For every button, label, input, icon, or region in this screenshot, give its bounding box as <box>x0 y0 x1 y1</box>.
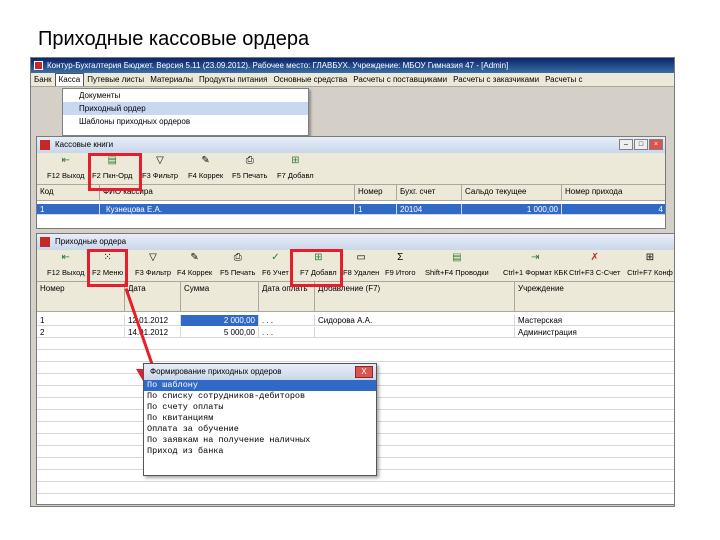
kassa-dropdown: Документы Приходный ордер Шаблоны приход… <box>62 88 309 136</box>
posting-icon: ▤ <box>452 252 462 263</box>
orders-toolbar: ⇤ F12 Выход ⁙ F2 Меню ▽ F3 Фильтр ✎ F4 Корре… <box>37 250 674 282</box>
popup-item-cash-requests[interactable]: По заявкам на получение наличных <box>144 435 376 446</box>
window-icon <box>40 140 50 150</box>
ord-config-button[interactable]: ⊞ Ctrl+F7 Конф <box>625 252 674 280</box>
add-tooltip: Добавление (F7) <box>315 282 515 311</box>
popup-item-by-invoice[interactable]: По счету оплаты <box>144 402 376 413</box>
ord-account-button[interactable]: ✓ F6 Учет <box>262 252 289 280</box>
table-row <box>37 351 674 362</box>
menu-customers[interactable]: Расчеты с заказчиками <box>450 73 542 86</box>
correct-icon: ✎ <box>190 252 199 263</box>
menu-suppliers[interactable]: Расчеты с поставщиками <box>350 73 450 86</box>
menu-waybills[interactable]: Путевые листы <box>84 73 147 86</box>
check-icon: ✓ <box>271 252 280 263</box>
sum-icon: Σ <box>397 252 404 263</box>
highlight-cash-order-button <box>88 153 142 191</box>
filter-icon: ▽ <box>149 252 157 263</box>
highlight-menu-button <box>87 249 128 287</box>
cb-correct-button[interactable]: ✎ F4 Коррек <box>188 155 223 183</box>
cb-exit-button[interactable]: ⇤ F12 Выход <box>47 155 84 183</box>
col-institution[interactable]: Учреждение <box>515 282 674 311</box>
menubar: Банк Касса Путевые листы Материалы Продукты … <box>31 73 674 87</box>
cb-add-button[interactable]: ⊞ F7 Добавл <box>277 155 314 183</box>
account-icon: ✗ <box>590 252 599 263</box>
popup-item-by-receipts[interactable]: По квитанциям <box>144 413 376 424</box>
minimize-icon[interactable]: – <box>619 139 633 150</box>
close-icon[interactable]: X <box>355 366 373 378</box>
ord-postings-button[interactable]: ▤ Shift+F4 Проводки <box>425 252 489 280</box>
col-balance[interactable]: Сальдо текущее <box>462 185 562 200</box>
table-row[interactable]: 2 14.01.2012 5 000,00 . . . Администраци… <box>37 327 674 338</box>
export-icon: ⇥ <box>531 252 540 263</box>
delete-icon: ▭ <box>356 252 366 263</box>
ord-s-account-button[interactable]: ✗ Ctrl+F3 С-Счет <box>569 252 620 280</box>
orders-title: Приходные ордера <box>55 237 127 246</box>
cashbooks-grid: 1 Кузнецова Е.А. 1 20104 1 000,00 4 <box>37 201 665 228</box>
dropdown-item-order-templates[interactable]: Шаблоны приходных ордеров <box>63 115 308 128</box>
col-number[interactable]: Номер <box>355 185 397 200</box>
table-row[interactable]: 1 Кузнецова Е.А. 1 20104 1 000,00 4 <box>37 204 665 215</box>
col-sum[interactable]: Сумма <box>181 282 259 311</box>
cashbooks-titlebar: Кассовые книги – □ × <box>37 137 665 153</box>
dropdown-item-documents[interactable]: Документы <box>63 89 308 102</box>
print-icon: ⎙ <box>245 155 254 166</box>
ord-sum-button[interactable]: Σ F9 Итого <box>385 252 416 280</box>
col-account[interactable]: Бухг. счет <box>397 185 462 200</box>
dropdown-item-receipt-order[interactable]: Приходный ордер <box>63 102 308 115</box>
maximize-icon[interactable]: □ <box>634 139 648 150</box>
menu-fixed-assets[interactable]: Основные средства <box>270 73 350 86</box>
cb-print-button[interactable]: ⎙ F5 Печать <box>232 155 267 183</box>
ord-delete-button[interactable]: ▭ F8 Удален <box>343 252 379 280</box>
exit-icon: ⇤ <box>61 252 70 263</box>
add-icon: ⊞ <box>291 155 300 166</box>
table-row <box>37 483 674 494</box>
filter-icon: ▽ <box>156 155 164 166</box>
config-icon: ⊞ <box>645 252 655 263</box>
cb-filter-button[interactable]: ▽ F3 Фильтр <box>142 155 178 183</box>
ord-exit-button[interactable]: ⇤ F12 Выход <box>47 252 84 280</box>
col-receipt-number[interactable]: Номер прихода <box>562 185 665 200</box>
menu-materials[interactable]: Материалы <box>147 73 196 86</box>
popup-item-by-template[interactable]: По шаблону <box>144 380 376 391</box>
table-row <box>37 339 674 350</box>
ord-print-button[interactable]: ⎙ F5 Печать <box>220 252 255 280</box>
app-logo-icon <box>34 61 43 70</box>
cashbooks-title: Кассовые книги <box>55 140 114 149</box>
popup-item-tuition[interactable]: Оплата за обучение <box>144 424 376 435</box>
popup-titlebar: Формирование приходных ордеров X <box>144 364 376 380</box>
slide-title: Приходные кассовые ордера <box>38 28 310 50</box>
window-icon <box>40 237 50 247</box>
menu-more[interactable]: Расчеты с <box>542 73 585 86</box>
table-row[interactable]: 1 12.01.2012 2 000,00 . . . Сидорова А.А… <box>37 315 674 326</box>
close-icon[interactable]: × <box>649 139 663 150</box>
popup-title: Формирование приходных ордеров <box>150 367 282 376</box>
app-title: Контур-Бухгалтерия Бюджет. Версия 5.11 (… <box>47 61 509 70</box>
popup-item-bank-receipt[interactable]: Приход из банка <box>144 446 376 457</box>
ord-filter-button[interactable]: ▽ F3 Фильтр <box>135 252 171 280</box>
exit-icon: ⇤ <box>61 155 70 166</box>
highlight-add-button <box>290 249 343 287</box>
menu-bank[interactable]: Банк <box>31 73 55 86</box>
ord-kbk-button[interactable]: ⇥ Ctrl+1 Формат КБК <box>503 252 568 280</box>
print-icon: ⎙ <box>233 252 242 263</box>
app-titlebar: Контур-Бухгалтерия Бюджет. Версия 5.11 (… <box>31 58 674 73</box>
correct-icon: ✎ <box>201 155 210 166</box>
menu-kassa[interactable]: Касса <box>54 73 85 86</box>
order-generation-popup: Формирование приходных ордеров X По шабл… <box>143 363 377 476</box>
ord-correct-button[interactable]: ✎ F4 Коррек <box>177 252 212 280</box>
popup-item-by-debtors[interactable]: По списку сотрудников-дебиторов <box>144 391 376 402</box>
menu-food[interactable]: Продукты питания <box>196 73 270 86</box>
orders-titlebar: Приходные ордера <box>37 234 674 250</box>
